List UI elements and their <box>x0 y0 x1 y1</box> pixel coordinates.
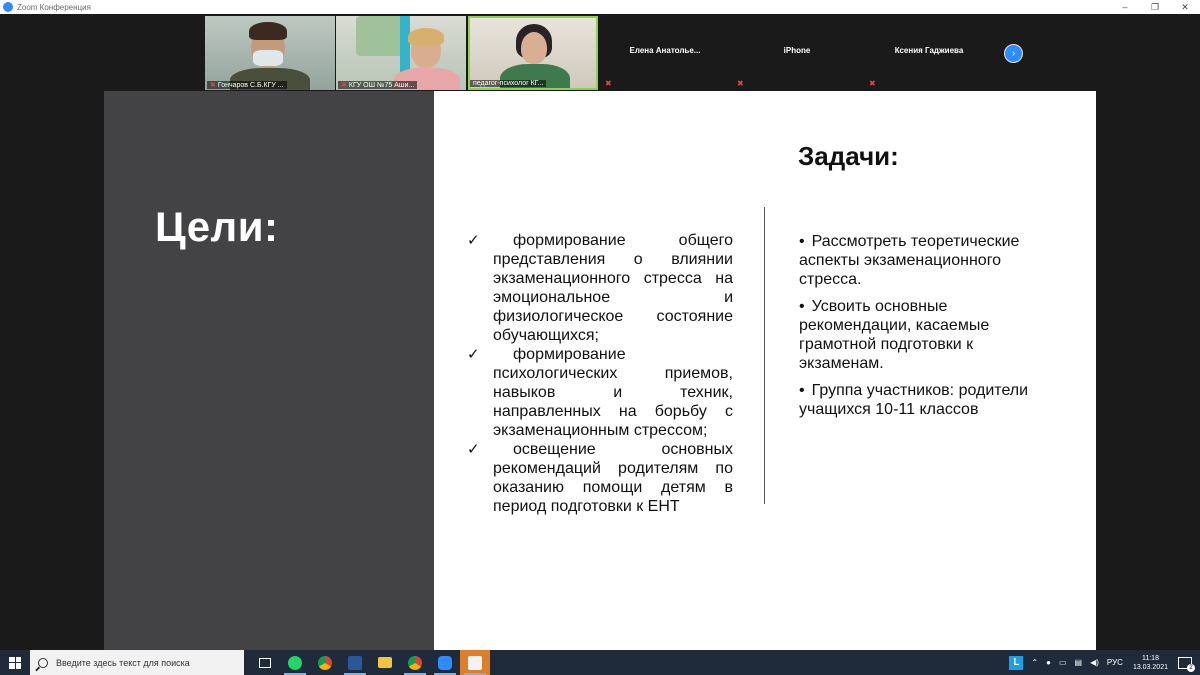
face-mask <box>253 50 283 66</box>
windows-logo-icon <box>9 656 21 669</box>
document-icon <box>468 655 482 670</box>
word-icon <box>348 655 362 670</box>
close-button[interactable]: ✕ <box>1170 0 1200 14</box>
slide-left-panel: Цели: <box>104 91 434 650</box>
goals-list: ✓ формирование общего представления о вл… <box>467 231 733 516</box>
task-view-button[interactable] <box>250 650 280 675</box>
next-participants-button[interactable]: › <box>1004 44 1023 63</box>
check-mark-icon: ✓ <box>467 346 480 363</box>
mic-muted-icon: ✖ <box>869 79 876 88</box>
window-title: Zoom Конференция <box>17 2 91 12</box>
chevron-right-icon: › <box>1011 48 1016 59</box>
task-item: • Группа участников: родители учащихся 10… <box>799 382 1029 418</box>
minimize-button[interactable]: – <box>1110 0 1140 14</box>
tasks-list: • Рассмотреть теоретические аспекты экзам… <box>799 232 1039 427</box>
column-divider <box>764 207 765 504</box>
participant-text-tile[interactable]: Елена Анатолье... ✖ <box>600 16 730 90</box>
chrome-icon <box>408 655 422 670</box>
participant-text-tile[interactable]: iPhone ✖ <box>732 16 862 90</box>
zoom-taskbar-button[interactable] <box>430 650 460 675</box>
participant-head <box>521 32 547 64</box>
network-icon[interactable]: ▤ <box>1075 658 1083 667</box>
notifications-icon[interactable]: 2 <box>1178 656 1195 672</box>
bullet-icon: • <box>799 382 805 399</box>
notification-count-badge: 2 <box>1187 663 1195 672</box>
zoom-icon <box>438 655 452 670</box>
chrome-icon <box>318 655 332 670</box>
task-item: • Усвоить основные рекомендации, касаемые… <box>799 298 990 372</box>
mic-muted-icon: ✖ <box>341 82 347 89</box>
chevron-up-icon[interactable]: ⌃ <box>1031 658 1038 667</box>
mic-muted-icon: ✖ <box>737 79 744 88</box>
notepad-taskbar-button[interactable] <box>460 650 490 675</box>
taskbar-search-box[interactable]: Введите здесь текст для поиска <box>30 650 244 675</box>
goal-item: ✓ формирование психологических приемов, … <box>467 346 733 439</box>
zoom-window: Zoom Конференция – ❐ ✕ ✖ Гончаров С.Б.КГ… <box>0 0 1200 675</box>
zoom-app-icon <box>3 2 13 12</box>
participant-strip: ✖ Гончаров С.Б.КГУ ... ✖ КГУ ОШ №75 Аши.… <box>0 14 1200 91</box>
file-explorer-taskbar-button[interactable] <box>370 650 400 675</box>
plant-decoration <box>356 16 406 56</box>
participant-name: iPhone <box>783 46 811 55</box>
restore-button[interactable]: ❐ <box>1140 0 1170 14</box>
battery-icon[interactable]: ▭ <box>1059 658 1067 667</box>
clock[interactable]: 11:18 13.03.2021 <box>1133 654 1168 672</box>
participant-name-label: педагог-психолог КГ... <box>470 80 547 87</box>
microphone-icon[interactable]: ● <box>1046 658 1051 667</box>
system-tray: L ⌃ ● ▭ ▤ ◀) РУС 11:18 13.03.2021 2 <box>1009 650 1200 675</box>
mic-muted-icon: ✖ <box>210 82 216 89</box>
folder-icon <box>378 657 392 668</box>
task-item: • Рассмотреть теоретические аспекты экзам… <box>799 233 1020 288</box>
search-placeholder: Введите здесь текст для поиска <box>56 657 190 668</box>
check-mark-icon: ✓ <box>467 232 480 249</box>
tasks-title: Задачи: <box>798 141 899 171</box>
check-mark-icon: ✓ <box>467 441 480 458</box>
participant-video-tile-active-speaker[interactable]: педагог-психолог КГ... <box>468 16 598 90</box>
goal-item: ✓ освещение основных рекомендаций родите… <box>467 441 733 515</box>
bullet-icon: • <box>799 233 805 250</box>
participant-name-label: ✖ Гончаров С.Б.КГУ ... <box>207 81 287 89</box>
whatsapp-icon <box>288 655 302 670</box>
chrome-taskbar-button[interactable] <box>310 650 340 675</box>
chrome-profile-taskbar-button[interactable] <box>400 650 430 675</box>
whatsapp-taskbar-button[interactable] <box>280 650 310 675</box>
participant-name-label: ✖ КГУ ОШ №75 Аши... <box>338 81 418 89</box>
title-bar: Zoom Конференция – ❐ ✕ <box>0 0 1200 14</box>
word-taskbar-button[interactable] <box>340 650 370 675</box>
window-controls: – ❐ ✕ <box>1110 0 1200 14</box>
start-button[interactable] <box>0 650 30 675</box>
search-icon <box>38 657 48 668</box>
task-view-icon <box>259 657 271 668</box>
clock-time: 11:18 <box>1141 654 1159 662</box>
windows-taskbar: Введите здесь текст для поиска L ⌃ ● ▭ ▤… <box>0 650 1200 675</box>
mic-muted-icon: ✖ <box>605 79 612 88</box>
clock-date: 13.03.2021 <box>1132 663 1168 671</box>
shared-slide: Цели: ✓ формирование общего представлени… <box>104 91 1096 650</box>
bullet-icon: • <box>799 298 805 315</box>
participant-name: Ксения Гаджиева <box>894 46 964 55</box>
language-indicator[interactable]: РУС <box>1107 658 1123 667</box>
flag-decoration <box>400 16 410 76</box>
participant-name: Елена Анатолье... <box>629 46 701 55</box>
l-app-tray-icon[interactable]: L <box>1009 655 1024 670</box>
goal-item: ✓ формирование общего представления о вл… <box>467 232 733 344</box>
participant-hair <box>408 28 444 46</box>
participant-video-tile[interactable]: ✖ КГУ ОШ №75 Аши... <box>336 16 466 90</box>
participant-hair <box>249 22 287 40</box>
volume-icon[interactable]: ◀) <box>1090 658 1099 667</box>
participant-text-tile[interactable]: Ксения Гаджиева ✖ <box>864 16 994 90</box>
goals-title: Цели: <box>155 203 279 250</box>
participant-video-tile[interactable]: ✖ Гончаров С.Б.КГУ ... <box>205 16 335 90</box>
